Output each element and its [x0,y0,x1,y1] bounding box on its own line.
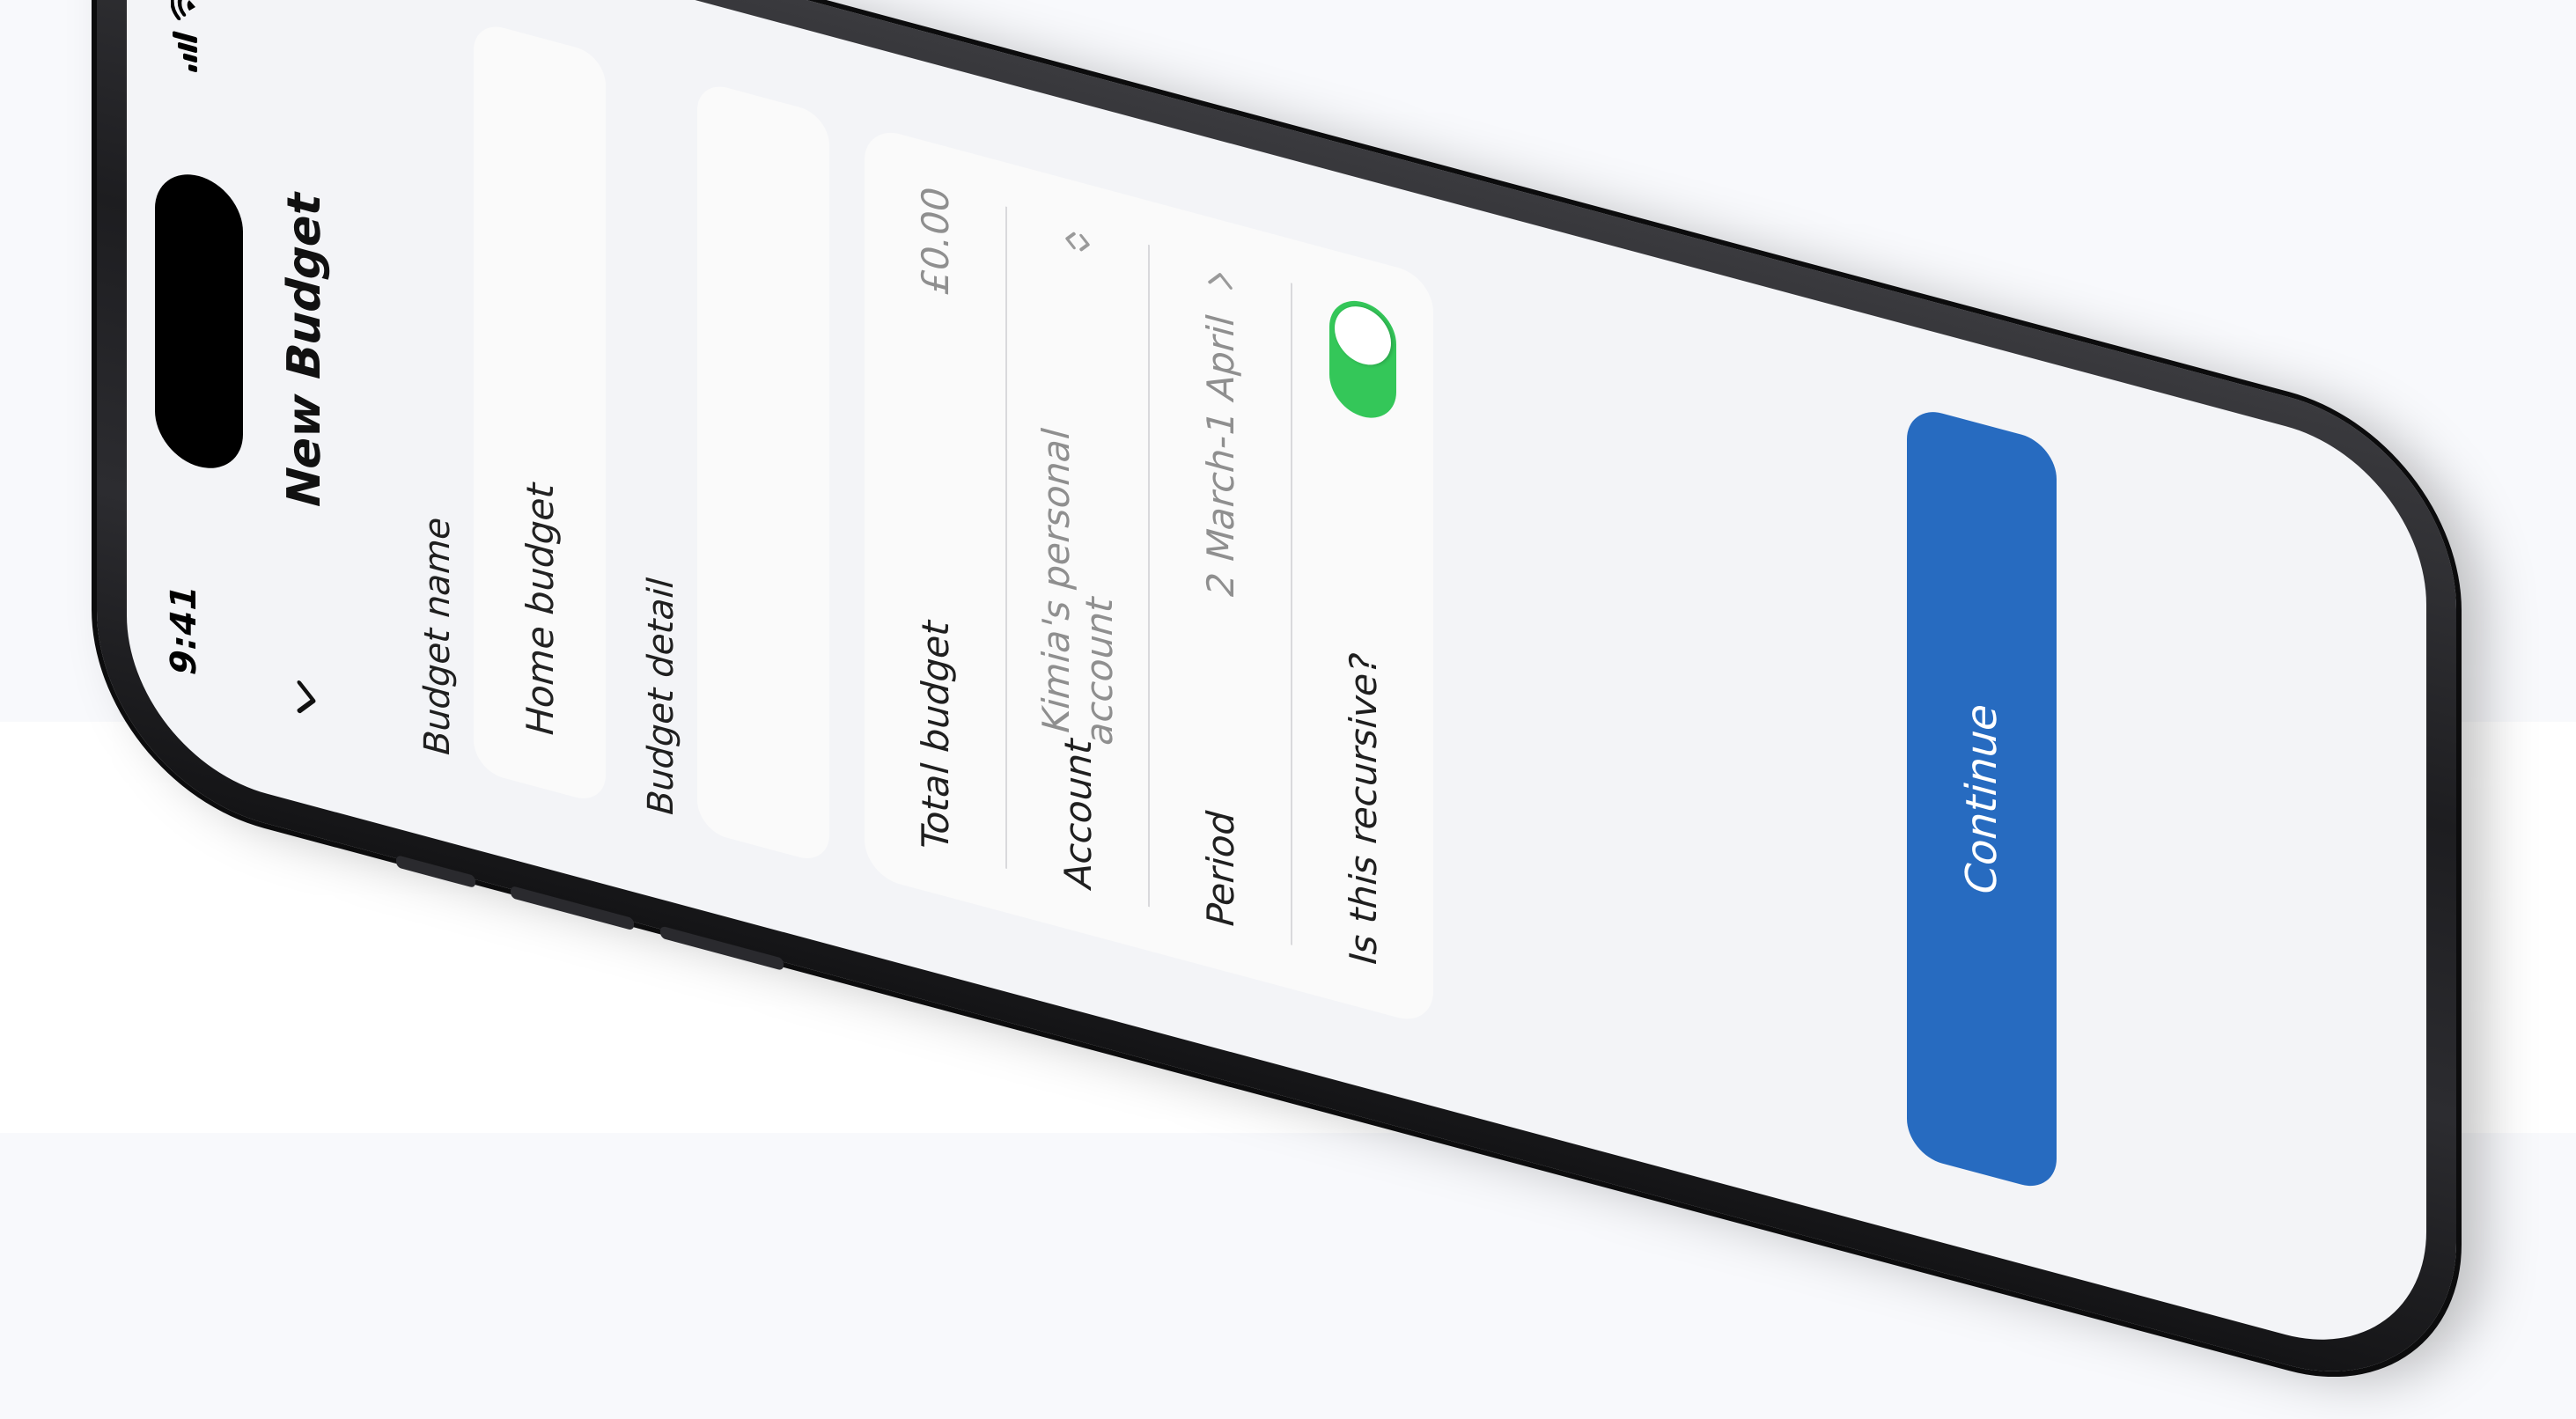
account-row[interactable]: Account Kimia's personal account [1007,207,1150,908]
phone-device: 9:41 New Budget Budget name Home budget … [97,0,2456,1411]
total-budget-label: Total budget [913,614,957,856]
status-bar: 9:41 [151,0,243,784]
recursive-row: Is this recursive? [1292,283,1433,983]
recursive-toggle[interactable] [1329,293,1396,426]
budget-detail-input[interactable] [697,79,829,865]
period-value[interactable]: 2 March-1 April [1198,258,1242,602]
page-title: New Budget [278,186,331,514]
toggle-knob [1335,299,1391,371]
dynamic-island [155,164,243,479]
status-icons [171,0,197,73]
account-value[interactable]: Kimia's personal account [1034,214,1121,750]
continue-button[interactable]: Continue [1907,403,2057,1195]
account-name: Kimia's personal account [1034,423,1121,750]
period-label: Period [1198,805,1242,932]
budget-settings-group: Total budget £0.00 Account Kimia's perso… [865,124,1433,1027]
period-range: 2 March-1 April [1198,309,1242,602]
budget-name-input[interactable]: Home budget [474,19,606,805]
total-budget-value[interactable]: £0.00 [914,181,957,298]
budget-form: Budget name Home budget Budget detail To… [417,4,1433,1027]
recursive-label: Is this recursive? [1341,647,1385,970]
budget-detail-label: Budget detail [641,572,681,820]
cellular-signal-icon [171,30,197,73]
account-label: Account [1056,732,1100,894]
total-budget-row[interactable]: Total budget £0.00 [865,168,1007,870]
budget-name-label: Budget name [417,511,458,761]
period-row[interactable]: Period 2 March-1 April [1150,245,1292,945]
phone-screen: 9:41 New Budget Budget name Home budget … [127,0,2426,1372]
navigation-bar: New Budget [259,0,356,818]
wifi-icon [171,0,195,21]
total-budget-amount: £0.00 [913,181,957,299]
chevron-right-icon [1208,273,1233,290]
chevron-up-down-icon [1065,232,1090,252]
status-time: 9:41 [164,579,204,680]
